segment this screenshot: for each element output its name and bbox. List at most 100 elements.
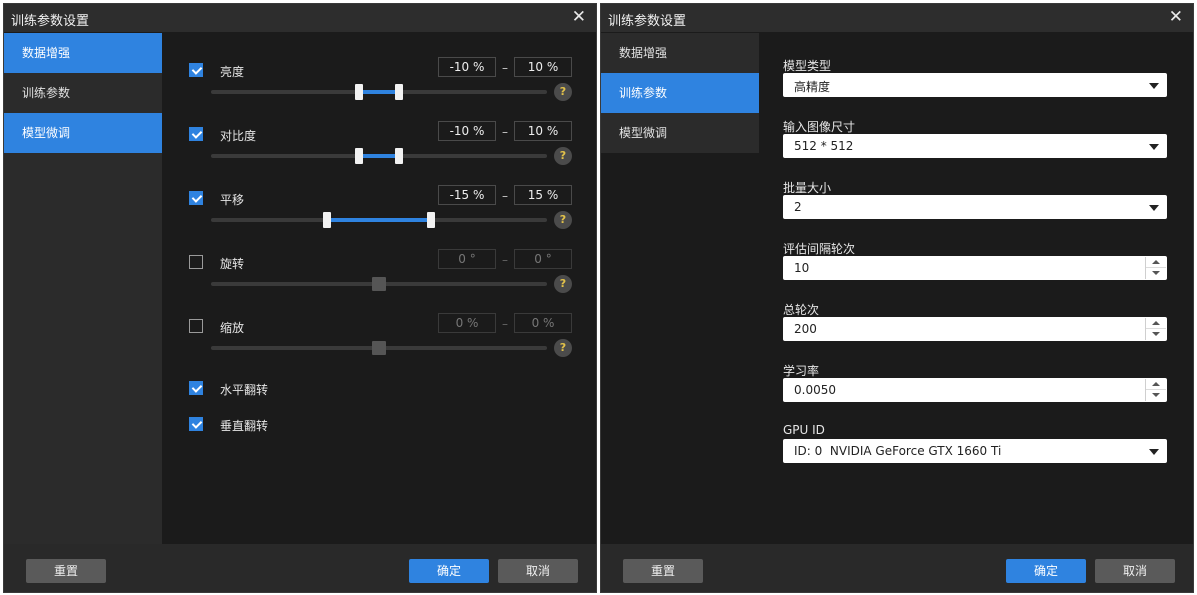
spin-arrows [1145,379,1166,401]
help-icon[interactable]: ? [554,83,572,101]
brightness-min-handle[interactable] [355,84,363,100]
learning-rate-spinbox [783,378,1167,402]
translate-max-field[interactable]: 15 % [514,185,572,205]
help-icon[interactable]: ? [554,339,572,357]
ok-button[interactable]: 确定 [1006,559,1086,583]
dialog-title: 训练参数设置 [608,14,687,29]
title-bar: 训练参数设置 ✕ [601,4,1193,32]
spin-arrows [1145,257,1166,279]
input-size-value: 512 * 512 [794,139,854,153]
help-icon[interactable]: ? [554,147,572,165]
reset-button[interactable]: 重置 [623,559,703,583]
brightness-max-field[interactable]: 10 % [514,57,572,77]
gpu-value: ID: 0 NVIDIA GeForce GTX 1660 Ti [794,444,1002,458]
rotate-max-field: 0 ° [514,249,572,269]
model-type-value: 高精度 [794,80,831,94]
contrast-min-field[interactable]: -10 % [438,121,496,141]
chevron-down-icon [1149,205,1159,211]
range-dash: – [502,317,508,331]
translate-label: 平移 [220,193,245,207]
reset-button[interactable]: 重置 [26,559,106,583]
scale-checkbox[interactable] [189,319,203,333]
eval-interval-field: 评估间隔轮次 [783,240,1167,300]
rotate-checkbox[interactable] [189,255,203,269]
batch-size-field: 批量大小 2 [783,179,1167,239]
eval-interval-input[interactable] [783,256,1143,280]
learning-rate-label: 学习率 [783,364,820,378]
cancel-button[interactable]: 取消 [1095,559,1175,583]
total-epochs-input[interactable] [783,317,1143,341]
aug-row-translate: 平移 -15 % – 15 % ? [4,185,596,247]
brightness-slider-fill [359,90,399,94]
learning-rate-input[interactable] [783,378,1143,402]
aug-row-rotate: 旋转 0 ° – 0 ° ? [4,249,596,311]
brightness-min-field[interactable]: -10 % [438,57,496,77]
translate-min-handle[interactable] [323,212,331,228]
input-size-field: 输入图像尺寸 512 * 512 [783,118,1167,178]
title-bar: 训练参数设置 ✕ [4,4,596,32]
close-icon[interactable]: ✕ [572,7,586,27]
spin-arrows [1145,318,1166,340]
spin-up-icon[interactable] [1146,379,1166,390]
help-icon[interactable]: ? [554,275,572,293]
brightness-checkbox[interactable] [189,63,203,77]
hflip-checkbox[interactable] [189,381,203,395]
range-dash: – [502,61,508,75]
batch-size-label: 批量大小 [783,181,832,195]
translate-slider-fill [327,218,431,222]
nav-item-data-augmentation[interactable]: 数据增强 [601,33,759,73]
chevron-down-icon [1149,144,1159,150]
close-icon[interactable]: ✕ [1169,7,1183,27]
gpu-field: GPU ID ID: 0 NVIDIA GeForce GTX 1660 Ti [783,423,1167,483]
contrast-label: 对比度 [220,129,257,143]
rotate-slider-track [211,277,547,291]
total-epochs-label: 总轮次 [783,303,820,317]
aug-row-hflip: 水平翻转 [4,381,596,401]
brightness-label: 亮度 [220,65,245,79]
input-size-label: 输入图像尺寸 [783,120,856,134]
contrast-max-handle[interactable] [395,148,403,164]
range-dash: – [502,125,508,139]
scale-min-field: 0 % [438,313,496,333]
translate-min-field[interactable]: -15 % [438,185,496,205]
dialog-title: 训练参数设置 [11,14,90,29]
learning-rate-field: 学习率 [783,362,1167,422]
contrast-min-handle[interactable] [355,148,363,164]
translate-max-handle[interactable] [427,212,435,228]
model-type-label: 模型类型 [783,59,832,73]
spin-up-icon[interactable] [1146,318,1166,329]
brightness-max-handle[interactable] [395,84,403,100]
scale-label: 缩放 [220,321,245,335]
gpu-select[interactable]: ID: 0 NVIDIA GeForce GTX 1660 Ti [783,439,1167,463]
help-icon[interactable]: ? [554,211,572,229]
ok-button[interactable]: 确定 [409,559,489,583]
model-type-select[interactable]: 高精度 [783,73,1167,97]
footer: 重置 确定 取消 [4,544,596,592]
contrast-max-field[interactable]: 10 % [514,121,572,141]
cancel-button[interactable]: 取消 [498,559,578,583]
spin-down-icon[interactable] [1146,268,1166,279]
nav-item-training-params[interactable]: 训练参数 [601,73,759,113]
brightness-slider-track[interactable] [211,84,547,100]
spin-down-icon[interactable] [1146,390,1166,401]
batch-size-select[interactable]: 2 [783,195,1167,219]
input-size-select[interactable]: 512 * 512 [783,134,1167,158]
scale-handle [372,341,386,355]
chevron-down-icon [1149,449,1159,455]
gpu-label: GPU ID [783,423,825,437]
augmentation-dialog: 训练参数设置 ✕ 数据增强 训练参数 模型微调 亮度 -10 % – 10 % … [3,3,597,593]
nav-item-model-finetune[interactable]: 模型微调 [601,113,759,153]
hflip-label: 水平翻转 [220,383,269,397]
contrast-checkbox[interactable] [189,127,203,141]
contrast-slider-track[interactable] [211,148,547,164]
translate-checkbox[interactable] [189,191,203,205]
spin-up-icon[interactable] [1146,257,1166,268]
model-type-field: 模型类型 高精度 [783,57,1167,117]
vflip-checkbox[interactable] [189,417,203,431]
aug-row-vflip: 垂直翻转 [4,417,596,437]
spin-down-icon[interactable] [1146,329,1166,340]
translate-slider-track[interactable] [211,212,547,228]
total-epochs-spinbox [783,317,1167,341]
scale-slider-track [211,341,547,355]
rotate-label: 旋转 [220,257,245,271]
